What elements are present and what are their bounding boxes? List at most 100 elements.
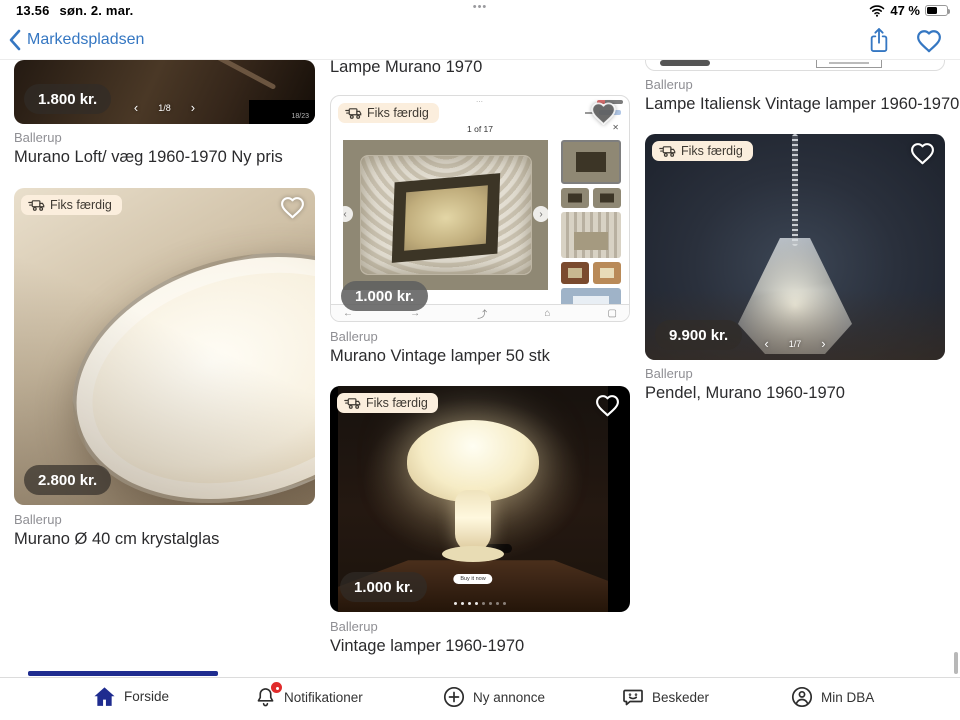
chevron-right-icon[interactable] (821, 336, 825, 351)
truck-icon (345, 107, 362, 120)
photo-counter: 18/23 (249, 100, 315, 124)
person-circle-icon (791, 686, 813, 708)
heart-icon[interactable] (916, 29, 942, 53)
thumbnail (593, 262, 621, 284)
listing-title[interactable]: Murano Vintage lamper 50 stk (330, 347, 550, 366)
carousel-dots (454, 602, 506, 605)
multitask-dots-icon: ••• (473, 1, 488, 13)
status-bar: 13.56 søn. 2. mar. ••• 47 % (0, 0, 960, 24)
photo-shading (14, 188, 315, 505)
listing-title[interactable]: Lampe Murano 1970 (330, 58, 482, 77)
thumbnail (561, 140, 621, 184)
chevron-left-icon[interactable] (764, 336, 768, 351)
tab-bar: Forside Notifikationer Ny annonce (0, 678, 960, 720)
price-badge: 2.800 kr. (24, 465, 111, 495)
fiks-faerdig-badge: Fiks færdig (337, 393, 438, 413)
listing-card-vintage-lamper[interactable]: Buy it now Fiks færdig 1.000 kr. (330, 386, 630, 612)
price-badge: 1.800 kr. (24, 84, 111, 114)
screenshot-status-dots: ⋯ (476, 98, 484, 106)
fiks-faerdig-label: Fiks færdig (681, 144, 743, 158)
nav-actions (868, 27, 942, 54)
photo-button-dark (660, 60, 710, 66)
thumbnail-strip (561, 140, 621, 312)
tabs-icon: ▢ (608, 308, 617, 319)
share-icon[interactable] (868, 27, 890, 54)
home-icon: ⌂ (544, 308, 550, 319)
pagination-label: 1/7 (789, 339, 802, 349)
favorite-heart-icon[interactable] (910, 142, 935, 165)
favorite-heart-icon[interactable] (595, 394, 620, 417)
back-label: Markedspladsen (27, 31, 144, 49)
pagination-label: 1/8 (158, 103, 171, 113)
photo-square-lamp (343, 140, 548, 290)
price-badge: 1.000 kr. (341, 281, 428, 311)
status-time-date: 13.56 søn. 2. mar. (16, 3, 133, 18)
image-pagination: 1/8 (134, 100, 195, 115)
listing-card-murano-50stk[interactable]: ⋯ DEUTSCH DANSK 1 of 17 ✕ ‹ › (330, 95, 630, 322)
listing-location: Ballerup (645, 366, 693, 381)
tab-beskeder[interactable]: Beskeder (622, 686, 709, 708)
image-counter: 1 of 17 (331, 124, 629, 134)
listing-title[interactable]: Vintage lamper 1960-1970 (330, 637, 524, 656)
tab-label: Forside (124, 689, 169, 704)
thumbnail (561, 188, 589, 208)
listing-card-murano-krystalglas[interactable]: Fiks færdig 2.800 kr. (14, 188, 315, 505)
battery-icon (925, 5, 948, 16)
chevron-right-icon: › (533, 206, 549, 222)
home-icon (93, 686, 116, 707)
tab-notifikationer[interactable]: Notifikationer (255, 686, 363, 708)
photo-button-outline (816, 60, 882, 68)
status-date: søn. 2. mar. (60, 3, 134, 18)
listing-title[interactable]: Pendel, Murano 1960-1970 (645, 384, 845, 403)
chevron-left-icon (8, 28, 22, 52)
active-tab-indicator (28, 671, 218, 676)
fiks-faerdig-badge: Fiks færdig (338, 103, 439, 123)
wifi-icon (869, 4, 885, 17)
tab-forside[interactable]: Forside (93, 686, 169, 707)
bell-icon (255, 686, 276, 708)
tab-label: Beskeder (652, 690, 709, 705)
back-button[interactable]: Markedspladsen (8, 28, 144, 52)
tab-label: Min DBA (821, 690, 874, 705)
listing-location: Ballerup (14, 512, 62, 527)
chat-smiley-icon (622, 686, 644, 708)
thumbnail (561, 212, 621, 258)
fiks-faerdig-badge: Fiks færdig (21, 195, 122, 215)
lamp-glow (404, 185, 488, 251)
fiks-faerdig-label: Fiks færdig (366, 396, 428, 410)
tab-ny-annonce[interactable]: Ny annonce (443, 686, 545, 708)
app-screen: 13.56 søn. 2. mar. ••• 47 % Markedspladse… (0, 0, 960, 720)
listing-card-italiensk-partial[interactable] (645, 60, 945, 71)
chevron-right-icon[interactable] (191, 100, 195, 115)
tab-label: Notifikationer (284, 690, 363, 705)
image-pagination: 1/7 (764, 336, 825, 351)
listing-title[interactable]: Murano Loft/ væg 1960-1970 Ny pris (14, 148, 283, 167)
status-time: 13.56 (16, 3, 50, 18)
photo-detail (142, 60, 277, 90)
share-icon: ⤴ (477, 306, 487, 321)
chevron-left-icon: ‹ (337, 206, 353, 222)
tab-min-dba[interactable]: Min DBA (791, 686, 874, 708)
favorite-heart-icon[interactable] (280, 196, 305, 219)
plus-circle-icon (443, 686, 465, 708)
scrollbar-thumb[interactable] (954, 652, 958, 674)
lamp-cord (792, 134, 798, 246)
favorite-heart-icon[interactable] (590, 101, 617, 126)
listing-card-pendel-murano[interactable]: Fiks færdig 9.900 kr. 1/7 (645, 134, 945, 360)
tab-label: Ny annonce (473, 690, 545, 705)
listing-title[interactable]: Murano Ø 40 cm krystalglas (14, 530, 219, 549)
price-badge: 1.000 kr. (340, 572, 427, 602)
fiks-faerdig-badge: Fiks færdig (652, 141, 753, 161)
listing-location: Ballerup (330, 329, 378, 344)
listing-title[interactable]: Lampe Italiensk Vintage lamper 1960-1970 (645, 95, 959, 114)
battery-percent: 47 % (890, 3, 920, 18)
chevron-left-icon[interactable] (134, 100, 138, 115)
buy-it-now-pill: Buy it now (453, 574, 492, 584)
truck-icon (659, 145, 676, 158)
listing-location: Ballerup (330, 619, 378, 634)
thumbnail (593, 188, 621, 208)
fiks-faerdig-label: Fiks færdig (367, 106, 429, 120)
listing-card-murano-loft[interactable]: 1.800 kr. 1/8 18/23 (14, 60, 315, 124)
truck-icon (28, 199, 45, 212)
fiks-faerdig-label: Fiks færdig (50, 198, 112, 212)
